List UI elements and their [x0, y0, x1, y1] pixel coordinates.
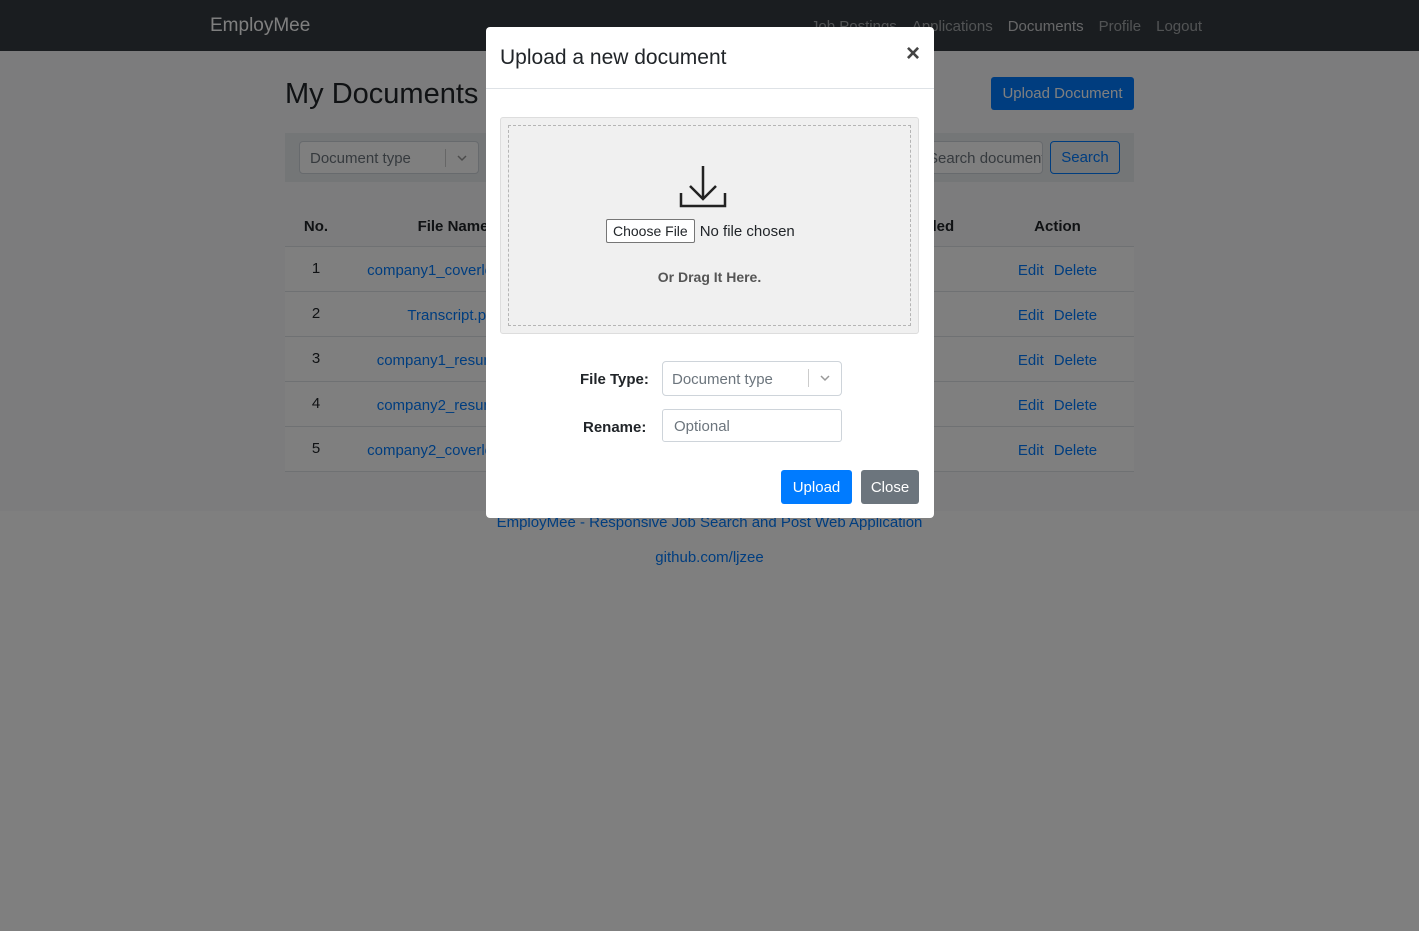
choose-file-button[interactable]: Choose File [606, 219, 695, 243]
upload-modal: Upload a new document × Choose File No f… [486, 27, 934, 518]
no-file-label: No file chosen [699, 222, 795, 240]
rename-placeholder: Optional [674, 418, 730, 435]
file-type-placeholder: Document type [672, 371, 773, 388]
file-type-label: File Type: [580, 371, 649, 388]
close-button[interactable]: Close [861, 470, 919, 504]
select-divider [808, 369, 809, 387]
file-input: Choose File No file chosen [606, 219, 795, 243]
modal-title: Upload a new document [500, 46, 727, 69]
close-icon[interactable]: × [906, 40, 920, 68]
file-dropzone[interactable]: Choose File No file chosen Or Drag It He… [500, 117, 919, 334]
chevron-down-icon [819, 368, 831, 391]
rename-input[interactable]: Optional [662, 409, 842, 442]
drag-hint: Or Drag It Here. [657, 269, 762, 285]
file-type-select[interactable]: Document type [662, 361, 842, 396]
modal-header: Upload a new document × [486, 27, 934, 89]
upload-button[interactable]: Upload [781, 470, 852, 504]
rename-label: Rename: [583, 419, 647, 436]
download-icon [679, 163, 727, 214]
